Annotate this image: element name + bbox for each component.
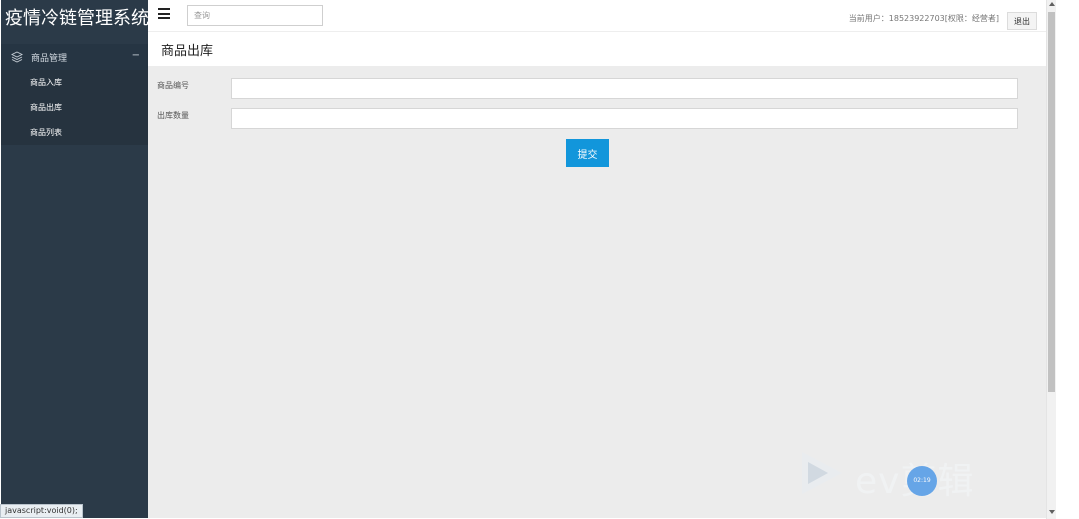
app-window: 疫情冷链管理系统 商品管理 − 商品入库 商品出库 商品列表 查询 当前用户：1…	[0, 0, 1079, 519]
outbound-quantity-label: 出库数量	[157, 111, 189, 120]
current-user-info: 当前用户：18523922703[权限：经营者]	[848, 14, 999, 23]
scroll-up-arrow-icon[interactable]	[1049, 2, 1055, 6]
sidebar-item-label: 商品入库	[30, 78, 62, 87]
logout-button[interactable]: 退出	[1007, 12, 1037, 30]
outbound-quantity-field[interactable]	[231, 108, 1018, 129]
collapse-icon[interactable]: −	[132, 50, 140, 61]
nav-group-product-management: 商品管理 − 商品入库 商品出库 商品列表	[1, 44, 148, 145]
main-content: 商品编号 出库数量 提交	[148, 66, 1046, 518]
sidebar-item-label: 商品出库	[30, 103, 62, 112]
product-id-label: 商品编号	[157, 81, 189, 90]
nav-group-header[interactable]: 商品管理 −	[1, 44, 148, 70]
nav-group-label: 商品管理	[31, 53, 68, 64]
scroll-thumb[interactable]	[1048, 12, 1055, 392]
scroll-down-arrow-icon[interactable]	[1049, 510, 1055, 514]
sidebar-item-product-list[interactable]: 商品列表	[1, 120, 148, 145]
page-title: 商品出库	[161, 44, 214, 59]
app-brand-title: 疫情冷链管理系统	[5, 8, 148, 29]
top-bar: 当前用户：18523922703[权限：经营者] 退出	[148, 0, 1046, 32]
product-id-field[interactable]	[231, 78, 1018, 99]
layers-icon	[10, 51, 24, 63]
browser-status-bar: javascript:void(0);	[0, 504, 83, 518]
vertical-scrollbar[interactable]	[1046, 0, 1056, 519]
sidebar-item-stock-in[interactable]: 商品入库	[1, 70, 148, 95]
hamburger-menu-icon[interactable]	[158, 8, 170, 19]
sidebar: 疫情冷链管理系统 商品管理 − 商品入库 商品出库 商品列表	[1, 0, 148, 518]
sidebar-item-stock-out[interactable]: 商品出库	[1, 95, 148, 120]
sidebar-item-label: 商品列表	[30, 128, 62, 137]
page-title-bar: 商品出库	[148, 32, 1046, 66]
search-input[interactable]	[187, 5, 323, 26]
submit-button[interactable]: 提交	[566, 139, 609, 167]
